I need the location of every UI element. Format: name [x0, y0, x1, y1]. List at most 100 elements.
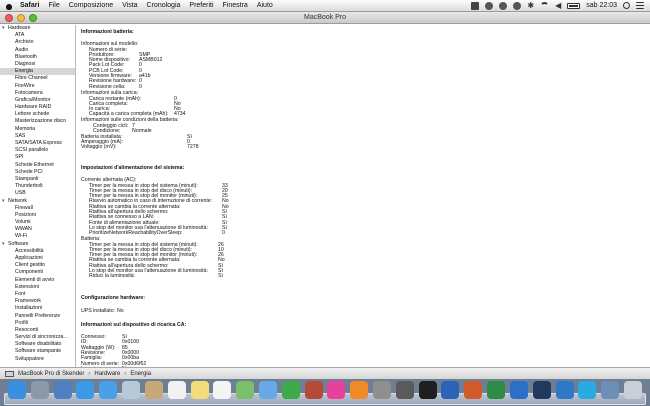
sidebar-item[interactable]: Software disabilitato [0, 341, 75, 348]
sidebar-item[interactable]: ATA [0, 32, 75, 39]
volume-icon[interactable]: ◀ [555, 1, 561, 10]
close-window-button[interactable] [5, 14, 13, 22]
menu-file[interactable]: File [48, 2, 59, 9]
contacts-icon[interactable] [144, 381, 163, 399]
menu-cronologia[interactable]: Cronologia [147, 2, 181, 9]
zoom-window-button[interactable] [29, 14, 37, 22]
sidebar-item[interactable]: USB [0, 190, 75, 197]
ibooks-icon[interactable] [350, 381, 369, 399]
sidebar-item[interactable]: Masterizzazione disco [0, 118, 75, 125]
battery-icon[interactable] [567, 2, 581, 9]
time-machine-icon[interactable] [513, 1, 522, 10]
sidebar-item[interactable]: Audio [0, 47, 75, 54]
sidebar-item[interactable]: Archivio [0, 39, 75, 46]
dropbox-icon[interactable] [485, 1, 494, 10]
sidebar-item[interactable]: SATA/SATA Express [0, 140, 75, 147]
sidebar-item[interactable]: Sviluppatore [0, 356, 75, 363]
menu-finestra[interactable]: Finestra [223, 2, 248, 9]
trash-icon[interactable] [624, 381, 642, 399]
sidebar-item[interactable]: Elementi di avvio [0, 277, 75, 284]
terminal-icon[interactable] [418, 381, 437, 399]
facetime-icon[interactable] [281, 381, 300, 399]
sidebar-item[interactable]: Thunderbolt [0, 183, 75, 190]
sidebar-item[interactable]: Stampanti [0, 176, 75, 183]
outlook-icon[interactable] [509, 381, 528, 399]
wifi-icon[interactable] [540, 2, 550, 9]
notes-icon[interactable] [190, 381, 209, 399]
reminders-icon[interactable] [213, 381, 232, 399]
sidebar-item[interactable]: Hardware RAID [0, 104, 75, 111]
sidebar-item[interactable]: Client gestito [0, 262, 75, 269]
sidebar-item[interactable]: Memoria [0, 126, 75, 133]
sidebar-item[interactable]: Applicazioni [0, 255, 75, 262]
sidebar-item[interactable]: SCSI parallelo [0, 147, 75, 154]
sidebar-item[interactable]: SPI [0, 154, 75, 161]
sidebar-item[interactable]: Componenti [0, 269, 75, 276]
maps-icon[interactable] [236, 381, 255, 399]
mission-control-icon[interactable] [53, 381, 72, 399]
path-item-computer[interactable]: MacBook Pro di Skender [18, 371, 84, 377]
safari-icon[interactable] [99, 381, 118, 399]
sidebar-item[interactable]: WWAN [0, 226, 75, 233]
sidebar-item[interactable]: Accessibilità [0, 248, 75, 255]
sidebar-item[interactable]: Servizi di sincronizza... [0, 334, 75, 341]
app-store-icon[interactable] [76, 381, 95, 399]
sidebar-item[interactable]: Bluetooth [0, 54, 75, 61]
calendar-icon[interactable] [167, 381, 186, 399]
sidebar-item[interactable]: FireWire [0, 83, 75, 90]
apple-menu-icon[interactable] [5, 2, 13, 10]
sidebar-item[interactable]: Wi-Fi [0, 233, 75, 240]
sidebar-item[interactable]: Font [0, 291, 75, 298]
sidebar-item[interactable]: Profili [0, 320, 75, 327]
sidebar-item[interactable]: Software stampante [0, 348, 75, 355]
steam-icon[interactable] [532, 381, 551, 399]
menu-vista[interactable]: Vista [122, 2, 137, 9]
sidebar-item[interactable]: Pannelli Preferenze [0, 313, 75, 320]
sidebar-item[interactable]: Lettore schede [0, 111, 75, 118]
word-icon[interactable] [441, 381, 460, 399]
menu-aiuto[interactable]: Aiuto [257, 2, 273, 9]
teamviewer-icon[interactable] [555, 381, 574, 399]
downloads-icon[interactable] [601, 381, 620, 399]
powerpoint-icon[interactable] [464, 381, 483, 399]
messages-icon[interactable] [258, 381, 277, 399]
sidebar-item[interactable]: Grafica/Monitor [0, 97, 75, 104]
finder-icon[interactable] [8, 381, 26, 399]
sidebar-item[interactable]: Resoconti [0, 327, 75, 334]
sidebar-category[interactable]: Network [0, 198, 75, 205]
sidebar-item[interactable]: Estensioni [0, 284, 75, 291]
notification-center-icon[interactable] [636, 2, 644, 9]
sidebar-item[interactable]: Fibre Channel [0, 75, 75, 82]
sidebar-item[interactable]: Energia [0, 68, 75, 76]
sidebar-item[interactable]: Framework [0, 298, 75, 305]
sync-icon[interactable] [499, 1, 508, 10]
itunes-icon[interactable] [327, 381, 346, 399]
path-item-hardware[interactable]: Hardware [94, 371, 120, 377]
sidebar-item[interactable]: SAS [0, 133, 75, 140]
sidebar-item[interactable]: Firewall [0, 205, 75, 212]
photo-booth-icon[interactable] [304, 381, 323, 399]
sidebar-item[interactable]: Installazioni [0, 305, 75, 312]
sidebar-item[interactable]: Volumi [0, 219, 75, 226]
spotlight-icon[interactable] [623, 2, 630, 9]
skype-icon[interactable] [578, 381, 597, 399]
system-preferences-icon[interactable] [373, 381, 392, 399]
sidebar-item[interactable]: Diagnosi [0, 61, 75, 68]
path-item-energia[interactable]: Energia [130, 371, 151, 377]
mail-icon[interactable] [122, 381, 141, 399]
sidebar-category[interactable]: Software [0, 241, 75, 248]
menu-preferiti[interactable]: Preferiti [189, 2, 213, 9]
sidebar-category[interactable]: Hardware [0, 25, 75, 32]
bluetooth-icon[interactable]: ✱ [527, 1, 534, 10]
sidebar-item[interactable]: Schede PCI [0, 169, 75, 176]
menubar-clock[interactable]: sab 22:03 [586, 2, 617, 9]
launchpad-icon[interactable] [30, 381, 49, 399]
chess-icon[interactable] [395, 381, 414, 399]
sidebar-item[interactable]: Fotocamera [0, 90, 75, 97]
app-status-icon[interactable] [471, 1, 480, 10]
sidebar-item[interactable]: Posizioni [0, 212, 75, 219]
menu-safari[interactable]: Safari [20, 2, 39, 9]
excel-icon[interactable] [487, 381, 506, 399]
minimize-window-button[interactable] [17, 14, 25, 22]
sidebar-item[interactable]: Schede Ethernet [0, 162, 75, 169]
